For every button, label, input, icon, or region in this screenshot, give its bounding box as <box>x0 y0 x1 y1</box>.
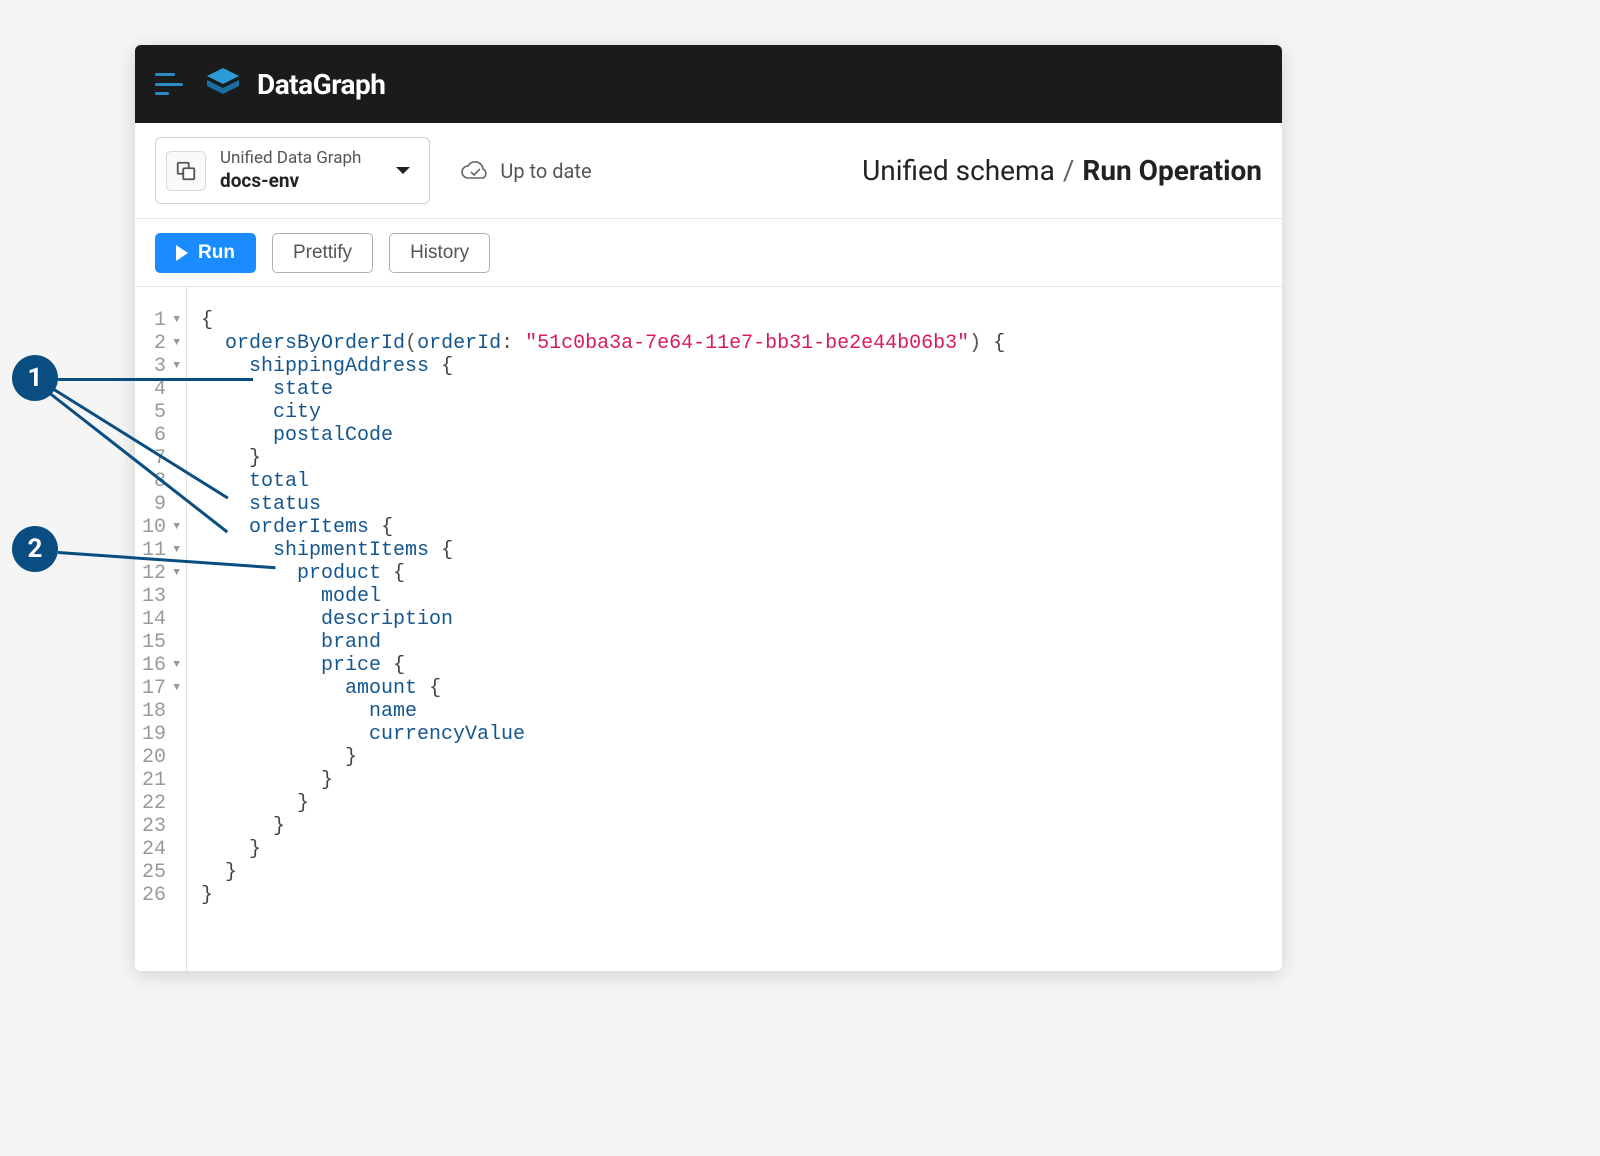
code-line[interactable]: product { <box>201 562 1005 585</box>
code-line[interactable]: city <box>201 401 1005 424</box>
code-line[interactable]: description <box>201 608 1005 631</box>
gutter-line: 26 <box>141 884 180 907</box>
gutter-line: 22 <box>141 792 180 815</box>
code-line[interactable]: } <box>201 838 1005 861</box>
chevron-down-icon <box>395 166 411 176</box>
gutter: 1▼2▼3▼45678910▼11▼12▼13141516▼17▼1819202… <box>135 287 187 971</box>
fold-icon[interactable]: ▼ <box>170 332 180 355</box>
code-line[interactable]: model <box>201 585 1005 608</box>
gutter-line: 6 <box>141 424 180 447</box>
fold-icon[interactable]: ▼ <box>170 309 180 332</box>
code-line[interactable]: brand <box>201 631 1005 654</box>
gutter-line: 12▼ <box>141 562 180 585</box>
fold-icon[interactable]: ▼ <box>170 654 180 677</box>
env-selector[interactable]: Unified Data Graph docs-env <box>155 137 430 204</box>
gutter-line: 3▼ <box>141 355 180 378</box>
gutter-line: 14 <box>141 608 180 631</box>
code-line[interactable]: } <box>201 746 1005 769</box>
status-text: Up to date <box>500 159 591 183</box>
gutter-line: 16▼ <box>141 654 180 677</box>
play-icon <box>176 245 188 261</box>
code-line[interactable]: } <box>201 884 1005 907</box>
menu-icon[interactable] <box>155 73 183 95</box>
code-line[interactable]: state <box>201 378 1005 401</box>
logo[interactable]: DataGraph <box>203 64 385 104</box>
fold-icon[interactable]: ▼ <box>170 677 180 700</box>
gutter-line: 5 <box>141 401 180 424</box>
history-button[interactable]: History <box>389 233 490 273</box>
header: DataGraph <box>135 45 1282 123</box>
gutter-line: 13 <box>141 585 180 608</box>
code-line[interactable]: amount { <box>201 677 1005 700</box>
code-line[interactable]: currencyValue <box>201 723 1005 746</box>
gutter-line: 20 <box>141 746 180 769</box>
fold-icon[interactable]: ▼ <box>170 355 180 378</box>
code-line[interactable]: name <box>201 700 1005 723</box>
gutter-line: 19 <box>141 723 180 746</box>
fold-icon[interactable]: ▼ <box>170 516 180 539</box>
breadcrumb-parent[interactable]: Unified schema <box>862 154 1055 187</box>
layers-icon <box>166 151 206 191</box>
code-line[interactable]: shippingAddress { <box>201 355 1005 378</box>
gutter-line: 15 <box>141 631 180 654</box>
code-line[interactable]: orderItems { <box>201 516 1005 539</box>
run-label: Run <box>198 242 235 264</box>
code-area[interactable]: { ordersByOrderId(orderId: "51c0ba3a-7e6… <box>187 287 1005 971</box>
subheader: Unified Data Graph docs-env Up to date U… <box>135 123 1282 219</box>
cloud-check-icon <box>460 160 490 182</box>
gutter-line: 17▼ <box>141 677 180 700</box>
code-line[interactable]: status <box>201 493 1005 516</box>
breadcrumb: Unified schema / Run Operation <box>862 154 1262 187</box>
toolbar: Run Prettify History <box>135 219 1282 287</box>
gutter-line: 1▼ <box>141 309 180 332</box>
gutter-line: 18 <box>141 700 180 723</box>
run-button[interactable]: Run <box>155 233 256 273</box>
app-window: DataGraph Unified Data Graph docs-env Up… <box>135 45 1282 971</box>
gutter-line: 2▼ <box>141 332 180 355</box>
code-line[interactable]: postalCode <box>201 424 1005 447</box>
gutter-line: 10▼ <box>141 516 180 539</box>
code-line[interactable]: total <box>201 470 1005 493</box>
code-line[interactable]: } <box>201 815 1005 838</box>
env-label: Unified Data Graph <box>220 148 361 169</box>
code-line[interactable]: } <box>201 861 1005 884</box>
gutter-line: 24 <box>141 838 180 861</box>
env-name: docs-env <box>220 169 361 193</box>
annotation-badge-1: 1 <box>12 355 58 401</box>
gutter-line: 21 <box>141 769 180 792</box>
prettify-button[interactable]: Prettify <box>272 233 373 273</box>
gutter-line: 25 <box>141 861 180 884</box>
breadcrumb-separator: / <box>1063 154 1075 187</box>
code-line[interactable]: ordersByOrderId(orderId: "51c0ba3a-7e64-… <box>201 332 1005 355</box>
code-line[interactable]: price { <box>201 654 1005 677</box>
code-line[interactable]: } <box>201 769 1005 792</box>
code-line[interactable]: { <box>201 309 1005 332</box>
gutter-line: 4 <box>141 378 180 401</box>
annotation-badge-2: 2 <box>12 526 58 572</box>
code-line[interactable]: } <box>201 447 1005 470</box>
logo-icon <box>203 64 243 104</box>
code-line[interactable]: shipmentItems { <box>201 539 1005 562</box>
gutter-line: 9 <box>141 493 180 516</box>
sync-status: Up to date <box>460 159 591 183</box>
fold-icon[interactable]: ▼ <box>170 562 180 585</box>
code-line[interactable]: } <box>201 792 1005 815</box>
gutter-line: 23 <box>141 815 180 838</box>
code-editor[interactable]: 1▼2▼3▼45678910▼11▼12▼13141516▼17▼1819202… <box>135 287 1282 971</box>
annotation-line <box>58 378 253 381</box>
app-title: DataGraph <box>257 68 385 101</box>
breadcrumb-current: Run Operation <box>1082 154 1262 187</box>
